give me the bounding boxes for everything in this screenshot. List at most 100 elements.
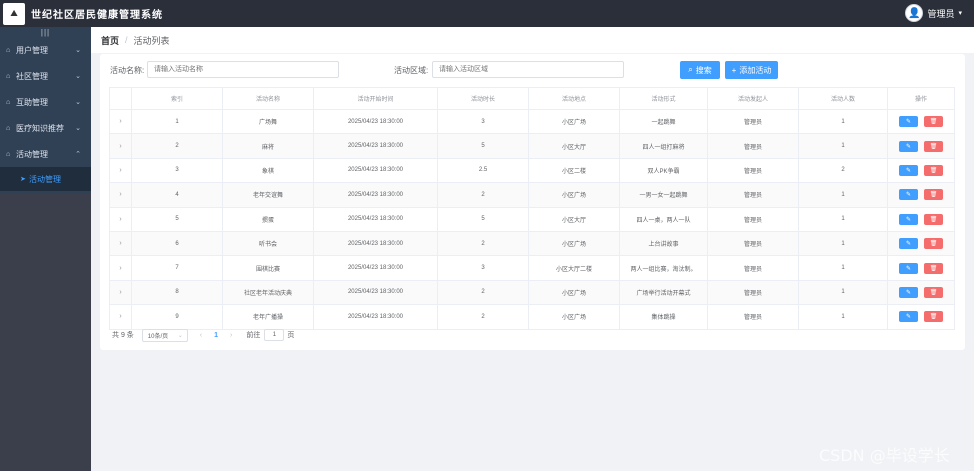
edit-button[interactable]: ✎ <box>899 140 918 152</box>
sidebar-item-mutual-aid[interactable]: ⌂ 互助管理 ⌄ <box>0 89 91 115</box>
sidebar-item-medical-knowledge[interactable]: ⌂ 医疗知识推荐 ⌄ <box>0 115 91 141</box>
menu-icon: ⌂ <box>6 72 11 80</box>
chevron-down-icon: ⌄ <box>75 47 81 54</box>
sidebar-item-label: 活动管理 <box>16 149 48 159</box>
activity-name-input[interactable] <box>147 61 339 78</box>
cell-duration: 5 <box>437 206 529 232</box>
breadcrumb-separator: / <box>125 35 128 45</box>
chevron-down-icon: ⌄ <box>75 73 81 80</box>
search-button[interactable]: ⌕ 搜索 <box>680 61 720 79</box>
column-header: 活动名称 <box>222 87 314 110</box>
expand-row-icon[interactable]: › <box>119 265 121 272</box>
delete-button[interactable]: 🗑 <box>924 189 943 201</box>
cell-place: 小区广场 <box>528 230 620 257</box>
avatar[interactable]: 👤 <box>905 4 924 22</box>
column-header: 操作 <box>887 87 955 110</box>
delete-button[interactable]: 🗑 <box>924 213 943 225</box>
cell-place: 小区广场 <box>528 304 620 330</box>
delete-button[interactable]: 🗑 <box>924 286 943 298</box>
sidebar-item-label: 互助管理 <box>16 97 48 107</box>
breadcrumb-home[interactable]: 首页 <box>101 34 119 47</box>
expand-row-icon[interactable]: › <box>119 313 121 320</box>
edit-icon: ✎ <box>905 143 912 150</box>
page-number-current[interactable]: 1 <box>214 332 218 339</box>
caret-down-icon[interactable]: ▾ <box>958 9 962 17</box>
table-row: › 5 掼蛋 2025/04/23 18:30:00 5 小区大厅 四人一桌，两… <box>109 206 955 232</box>
page-size-select[interactable]: 10条/页 ⌄ <box>141 328 188 342</box>
edit-button[interactable]: ✎ <box>899 311 918 323</box>
page-size-value: 10条/页 <box>147 333 169 340</box>
expand-row-icon[interactable]: › <box>119 143 121 150</box>
delete-button[interactable]: 🗑 <box>924 164 943 176</box>
edit-button[interactable]: ✎ <box>899 262 918 274</box>
chevron-down-icon: ⌄ <box>177 332 183 339</box>
sidebar-item-users[interactable]: ⌂ 用户管理 ⌄ <box>0 37 91 63</box>
cell-name: 广场舞 <box>222 108 314 135</box>
search-button-label: 搜索 <box>695 65 712 75</box>
edit-button[interactable]: ✎ <box>899 164 918 176</box>
delete-button[interactable]: 🗑 <box>924 238 943 250</box>
cell-duration: 3 <box>437 255 529 281</box>
edit-button[interactable]: ✎ <box>899 189 918 201</box>
table-row: › 1 广场舞 2025/04/23 18:30:00 3 小区广场 一起跳舞 … <box>109 108 955 135</box>
app-title: 世纪社区居民健康管理系统 <box>31 10 163 21</box>
cell-index: 4 <box>131 182 223 208</box>
activity-area-input[interactable] <box>432 61 624 78</box>
cell-count: 1 <box>798 133 888 159</box>
goto-page-input[interactable]: 1 <box>264 329 285 341</box>
prev-page-icon[interactable]: ‹ <box>200 332 202 339</box>
cell-name: 掼蛋 <box>222 206 314 232</box>
sidebar: ||| ⌂ 用户管理 ⌄ ⌂ 社区管理 ⌄ ⌂ 互助管理 ⌄ ⌂ 医疗知识推荐 … <box>0 27 91 471</box>
delete-button[interactable]: 🗑 <box>924 311 943 323</box>
logo: ⛰ <box>3 2 25 25</box>
expand-row-icon[interactable]: › <box>119 167 121 174</box>
table-row: › 7 围棋比赛 2025/04/23 18:30:00 3 小区大厅二楼 两人… <box>109 255 955 281</box>
expand-row-icon[interactable]: › <box>119 289 121 296</box>
edit-button[interactable]: ✎ <box>899 286 918 298</box>
expand-row-icon[interactable]: › <box>119 118 121 125</box>
cell-duration: 3 <box>437 108 529 135</box>
cell-count: 1 <box>798 182 888 208</box>
cell-start: 2025/04/23 18:30:00 <box>313 133 438 159</box>
trash-icon: 🗑 <box>929 241 938 248</box>
expand-row-icon[interactable]: › <box>119 191 121 198</box>
cell-start: 2025/04/23 18:30:00 <box>313 206 438 232</box>
cell-host: 管理员 <box>707 206 799 232</box>
edit-button[interactable]: ✎ <box>899 116 918 128</box>
cell-host: 管理员 <box>707 157 799 184</box>
cell-name: 听书会 <box>222 230 314 257</box>
goto-label: 前往 <box>246 332 261 339</box>
expand-row-icon[interactable]: › <box>119 216 121 223</box>
edit-icon: ✎ <box>905 265 912 272</box>
user-menu[interactable]: 👤 管理员 ▾ <box>905 4 962 22</box>
activity-area-label: 活动区域: <box>394 66 429 75</box>
delete-button[interactable]: 🗑 <box>924 140 943 152</box>
sidebar-item-community[interactable]: ⌂ 社区管理 ⌄ <box>0 63 91 89</box>
cell-index: 3 <box>131 157 223 184</box>
sidebar-filler <box>0 194 91 471</box>
collapse-menu-icon[interactable]: ||| <box>0 27 91 37</box>
edit-button[interactable]: ✎ <box>899 238 918 250</box>
table-row: › 6 听书会 2025/04/23 18:30:00 2 小区广场 上台讲故事… <box>109 230 955 257</box>
delete-button[interactable]: 🗑 <box>924 116 943 128</box>
cell-index: 1 <box>131 108 223 135</box>
logo-icon: ⛰ <box>10 8 18 18</box>
user-name[interactable]: 管理员 <box>927 7 954 20</box>
cell-index: 9 <box>131 304 223 330</box>
menu-icon: ⌂ <box>6 124 11 132</box>
sidebar-item-activities[interactable]: ⌂ 活动管理 ⌃ <box>0 141 91 167</box>
cell-index: 5 <box>131 206 223 232</box>
add-activity-button[interactable]: + 添加活动 <box>725 61 778 79</box>
table-row: › 8 社区老年活动庆典 2025/04/23 18:30:00 2 小区广场 … <box>109 279 955 306</box>
sidebar-item-label: 社区管理 <box>16 71 48 81</box>
cell-host: 管理员 <box>707 255 799 281</box>
edit-icon: ✎ <box>905 241 912 248</box>
expand-row-icon[interactable]: › <box>119 240 121 247</box>
cell-place: 小区广场 <box>528 279 620 306</box>
delete-button[interactable]: 🗑 <box>924 262 943 274</box>
edit-button[interactable]: ✎ <box>899 213 918 225</box>
trash-icon: 🗑 <box>929 119 938 126</box>
breadcrumb-current: 活动列表 <box>133 35 170 46</box>
sidebar-subitem-activity-manage[interactable]: ➤ 活动管理 <box>0 167 91 191</box>
next-page-icon[interactable]: › <box>230 332 232 339</box>
